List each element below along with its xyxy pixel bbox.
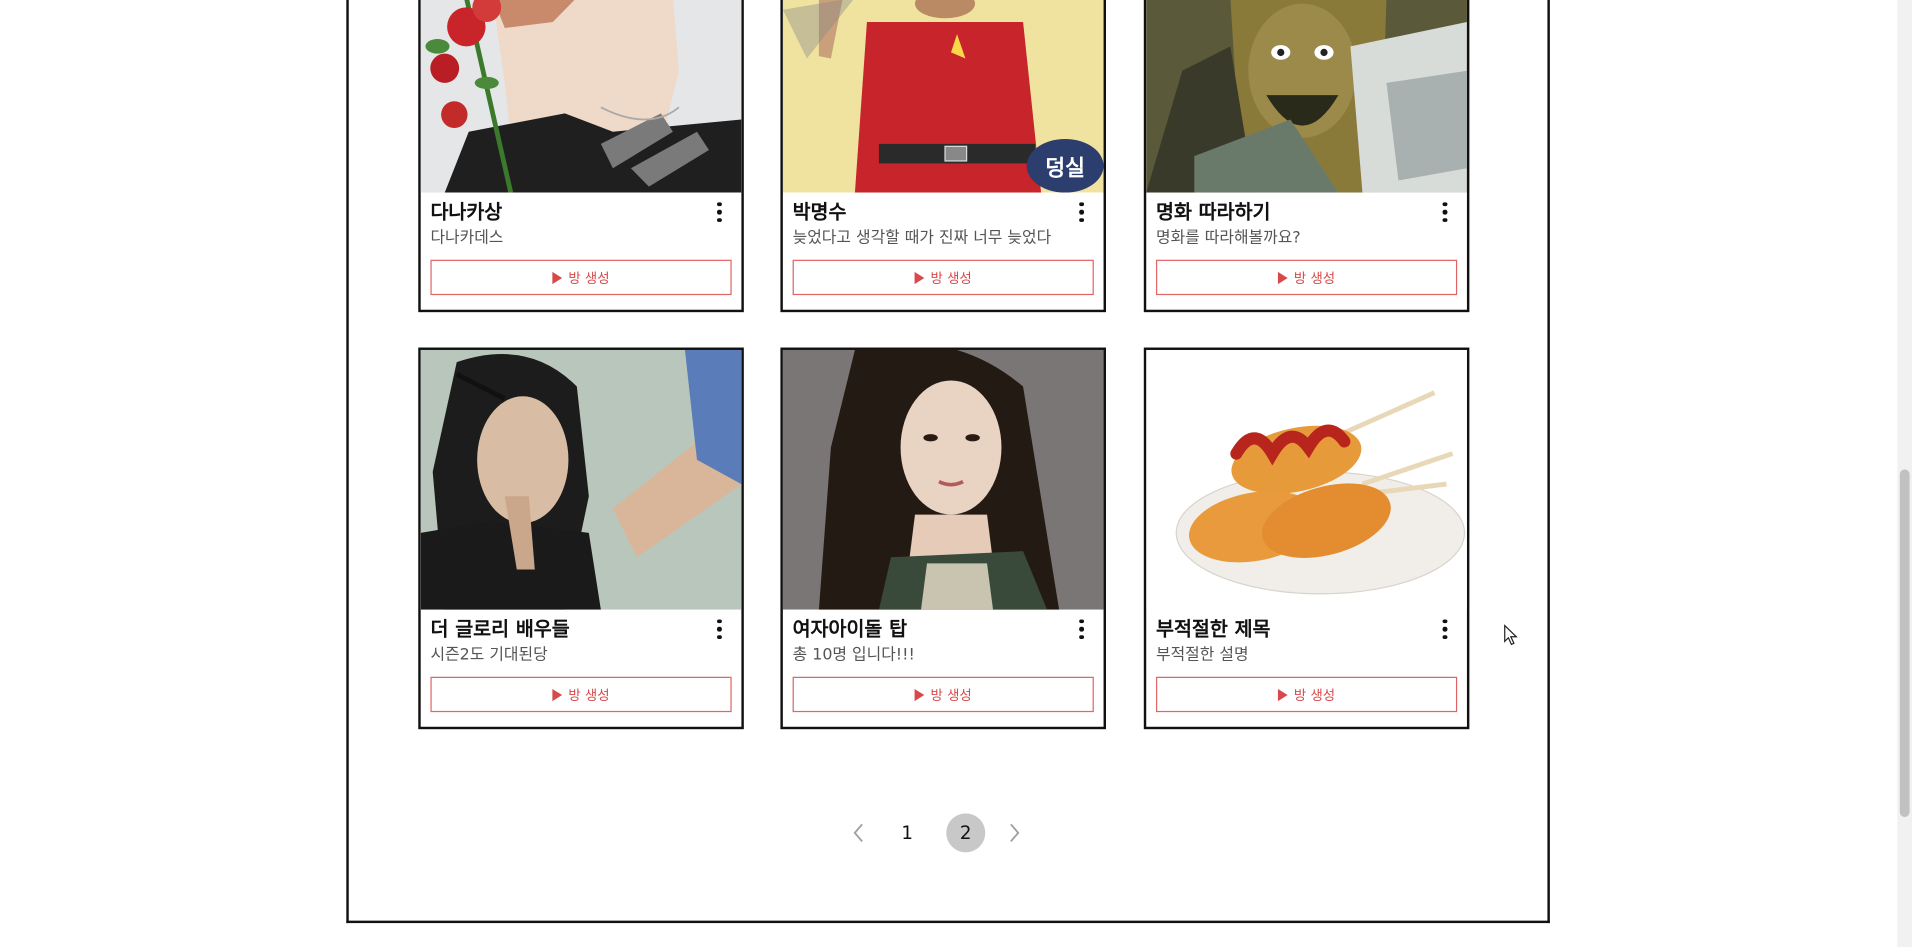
create-room-button[interactable]: 방 생성: [1155, 676, 1458, 713]
card-info: 여자아이돌 탑 총 10명 입니다!!! 방 생성: [783, 610, 1104, 713]
card-description: 다나카데스: [430, 229, 504, 248]
play-icon: [914, 271, 925, 284]
more-options-icon[interactable]: [712, 202, 727, 222]
image-badge-text: 덩실: [1045, 156, 1085, 181]
card-title: 부적절한 제목: [1155, 617, 1271, 641]
quiz-card[interactable]: 더 글로리 배우들 시즌2도 기대된당 방 생성: [418, 347, 744, 730]
create-room-label: 방 생성: [568, 687, 610, 703]
card-title: 여자아이돌 탑: [792, 617, 908, 641]
card-description: 시즌2도 기대된당: [430, 646, 548, 665]
more-options-icon[interactable]: [1438, 202, 1453, 222]
card-description: 늦었다고 생각할 때가 진짜 너무 늦었다: [792, 229, 1052, 248]
quiz-card[interactable]: 부적절한 제목 부적절한 설명 방 생성: [1143, 347, 1470, 730]
create-room-label: 방 생성: [1293, 270, 1336, 286]
mouse-cursor-icon: [1504, 624, 1519, 651]
more-options-icon[interactable]: [712, 619, 727, 639]
more-options-icon[interactable]: [1438, 619, 1453, 639]
card-thumbnail[interactable]: [1146, 349, 1467, 610]
card-description: 부적절한 설명: [1155, 646, 1249, 665]
vertical-scrollbar[interactable]: [1897, 0, 1912, 947]
scrollbar-thumb[interactable]: [1899, 469, 1910, 817]
create-room-button[interactable]: 방 생성: [430, 676, 732, 713]
card-title: 더 글로리 배우들: [430, 617, 570, 641]
more-options-icon[interactable]: [1074, 619, 1089, 639]
play-icon: [552, 271, 563, 284]
create-room-label: 방 생성: [1293, 687, 1336, 703]
card-thumbnail[interactable]: [1146, 0, 1467, 193]
quiz-card[interactable]: 여자아이돌 탑 총 10명 입니다!!! 방 생성: [780, 347, 1106, 730]
page-button-1[interactable]: 1: [888, 813, 927, 852]
create-room-button[interactable]: 방 생성: [792, 676, 1094, 713]
card-description: 총 10명 입니다!!!: [792, 646, 915, 665]
card-description: 명화를 따라해볼까요?: [1155, 229, 1301, 248]
play-icon: [552, 688, 563, 701]
create-room-label: 방 생성: [930, 270, 972, 286]
card-thumbnail[interactable]: [782, 349, 1104, 610]
page-button-2[interactable]: 2: [946, 812, 986, 852]
quiz-card[interactable]: 덩실 박명수 늦었다고 생각할 때가 진짜 너무 늦었다 방 생성: [780, 0, 1106, 313]
create-room-label: 방 생성: [568, 270, 610, 286]
quiz-card[interactable]: 명화 따라하기 명화를 따라해볼까요? 방 생성: [1143, 0, 1470, 313]
more-options-icon[interactable]: [1074, 202, 1089, 222]
card-info: 더 글로리 배우들 시즌2도 기대된당 방 생성: [421, 610, 742, 713]
create-room-button[interactable]: 방 생성: [792, 259, 1094, 296]
play-icon: [1278, 688, 1288, 701]
card-title: 명화 따라하기: [1155, 199, 1271, 224]
play-icon: [1278, 271, 1288, 284]
card-info: 명화 따라하기 명화를 따라해볼까요? 방 생성: [1146, 193, 1467, 296]
create-room-button[interactable]: 방 생성: [430, 259, 732, 296]
card-info: 다나카상 다나카데스 방 생성: [421, 193, 742, 296]
play-icon: [914, 688, 925, 701]
create-room-label: 방 생성: [930, 687, 972, 703]
card-title: 다나카상: [430, 199, 503, 224]
card-title: 박명수: [792, 199, 847, 224]
card-thumbnail[interactable]: [420, 349, 742, 610]
card-info: 부적절한 제목 부적절한 설명 방 생성: [1146, 610, 1467, 713]
create-room-button[interactable]: 방 생성: [1155, 259, 1458, 296]
card-thumbnail[interactable]: 덩실: [782, 0, 1104, 193]
chevron-left-icon[interactable]: [839, 813, 878, 852]
chevron-right-icon[interactable]: [995, 813, 1034, 852]
quiz-card[interactable]: 다나카상 다나카데스 방 생성: [418, 0, 744, 313]
card-info: 박명수 늦었다고 생각할 때가 진짜 너무 늦었다 방 생성: [783, 193, 1104, 296]
pagination: 1 2: [839, 812, 1034, 852]
card-thumbnail[interactable]: [420, 0, 742, 193]
